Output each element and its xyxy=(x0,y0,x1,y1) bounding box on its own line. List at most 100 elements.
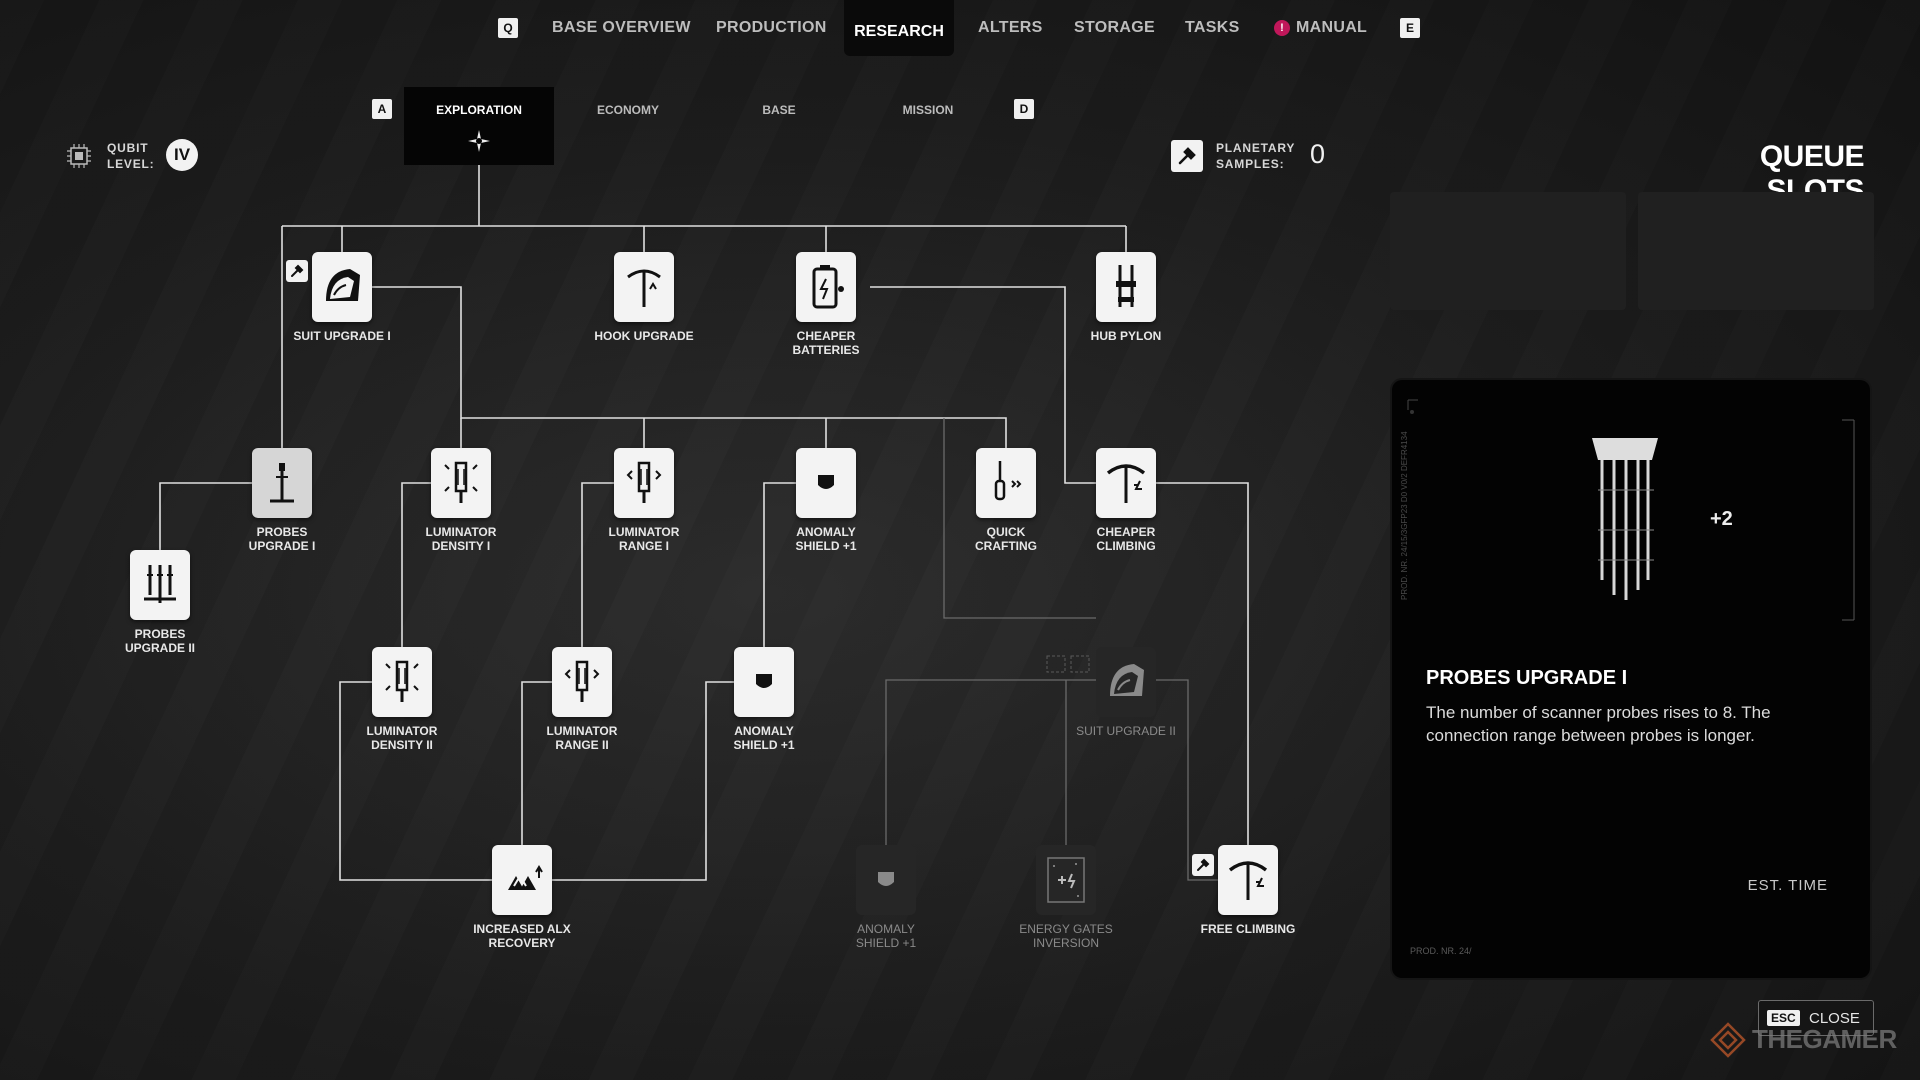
energy-gate-icon xyxy=(1047,857,1085,903)
panel-side-serial: PROD. NR. 24/15/3GFP23 D0 V0/2 DEFR4134 xyxy=(1400,431,1409,600)
node-label-line1: PROBES xyxy=(134,627,186,641)
node-label-line1: ENERGY GATES xyxy=(1019,922,1113,936)
node-label-line2: CLIMBING xyxy=(1096,539,1156,553)
node-label-line2: UPGRADE I xyxy=(248,539,316,553)
pylon-icon xyxy=(1116,265,1136,307)
node-label-line2: DENSITY I xyxy=(431,539,491,553)
sample-required-icon xyxy=(286,260,308,282)
research-node-label: ANOMALY SHIELD +1 xyxy=(811,922,961,950)
node-label-line1: INCREASED ALX xyxy=(473,922,571,936)
research-node-hubpylon[interactable] xyxy=(1096,252,1156,322)
thegamer-logo-icon xyxy=(1710,1022,1746,1058)
node-label-line1: ANOMALY xyxy=(734,724,794,738)
luminator-density-icon xyxy=(385,660,419,702)
panel-prod-number: PROD. NR. 24/ xyxy=(1410,946,1472,956)
tree-connectors xyxy=(159,165,1249,881)
node-label-line1: CHEAPER xyxy=(796,329,856,343)
research-node-lumdens1[interactable] xyxy=(431,448,491,518)
sample-required-icon xyxy=(1192,854,1214,876)
screwdriver-icon xyxy=(994,461,1022,501)
node-label-line1: SUIT UPGRADE II xyxy=(1076,724,1176,738)
queue-slot[interactable] xyxy=(1638,192,1874,310)
est-time-label: EST. TIME xyxy=(1747,877,1828,894)
shield-icon xyxy=(878,872,894,886)
research-node-gates[interactable] xyxy=(1036,845,1096,915)
luminator-range-icon xyxy=(626,461,662,503)
research-node-lumrange1[interactable] xyxy=(614,448,674,518)
research-node-label: CHEAPER CLIMBING xyxy=(1051,525,1201,553)
luminator-range-icon xyxy=(564,660,600,702)
alx-icon xyxy=(508,865,543,890)
probe-icon xyxy=(270,463,294,503)
research-node-quickcraft[interactable] xyxy=(976,448,1036,518)
node-label-line1: PROBES xyxy=(256,525,308,539)
node-label-line1: FREE CLIMBING xyxy=(1200,922,1296,936)
research-node-label: LUMINATOR RANGE I xyxy=(569,525,719,553)
research-node-hook[interactable] xyxy=(614,252,674,322)
node-label-line2: INVERSION xyxy=(1032,936,1099,950)
detail-title: PROBES UPGRADE I xyxy=(1426,667,1628,689)
research-node-label: CHEAPER BATTERIES xyxy=(751,329,901,357)
research-node-lumdens2[interactable] xyxy=(372,647,432,717)
upgrade-bonus-badge: +2 xyxy=(1710,508,1733,530)
research-node-label: ENERGY GATES INVERSION xyxy=(991,922,1141,950)
research-node-label: ANOMALY SHIELD +1 xyxy=(751,525,901,553)
research-node-probes1[interactable] xyxy=(252,448,312,518)
node-label-line1: LUMINATOR xyxy=(608,525,680,539)
research-node-label: INCREASED ALX RECOVERY xyxy=(447,922,597,950)
nav-next-key[interactable]: E xyxy=(1400,18,1420,38)
node-label-line1: LUMINATOR xyxy=(366,724,438,738)
probes-icon xyxy=(144,565,176,603)
research-node-freeclimb[interactable] xyxy=(1218,845,1278,915)
research-detail-panel: PROD. NR. 24/15/3GFP23 D0 V0/2 DEFR4134 … xyxy=(1392,380,1870,978)
node-label-line2: RANGE I xyxy=(618,539,669,553)
node-label-line2: SHIELD +1 xyxy=(795,539,857,553)
node-label-line2: RANGE II xyxy=(555,738,609,752)
research-node-anomaly3[interactable] xyxy=(856,845,916,915)
research-node-anomaly1[interactable] xyxy=(796,448,856,518)
research-node-label: PROBES UPGRADE II xyxy=(85,627,235,655)
node-label-line1: SUIT UPGRADE I xyxy=(293,329,391,343)
research-node-alx[interactable] xyxy=(492,845,552,915)
node-label-line2: RECOVERY xyxy=(488,936,556,950)
research-node-climbing[interactable] xyxy=(1096,448,1156,518)
shield-icon xyxy=(818,475,834,489)
research-node-label: HOOK UPGRADE xyxy=(569,329,719,343)
battery-icon xyxy=(812,265,844,309)
node-label-line2: SHIELD +1 xyxy=(733,738,795,752)
grappling-hook-icon xyxy=(627,269,661,307)
watermark: THEGAMER xyxy=(1752,1024,1897,1054)
node-label-line1: HUB PYLON xyxy=(1090,329,1162,343)
detail-description: The number of scanner probes rises to 8.… xyxy=(1426,703,1771,745)
shield-icon xyxy=(756,674,772,688)
research-node-label: LUMINATOR DENSITY I xyxy=(386,525,536,553)
research-node-anomaly2[interactable] xyxy=(734,647,794,717)
research-node-label: FREE CLIMBING xyxy=(1173,922,1323,936)
luminator-density-icon xyxy=(444,461,478,503)
node-label-line2: DENSITY II xyxy=(371,738,433,752)
node-label-line1: CHEAPER xyxy=(1096,525,1156,539)
node-label-line1: LUMINATOR xyxy=(425,525,497,539)
probe-cluster-icon xyxy=(1592,438,1658,600)
node-label-line2: SHIELD +1 xyxy=(855,936,917,950)
node-label-line1: ANOMALY xyxy=(796,525,856,539)
research-node-label: LUMINATOR RANGE II xyxy=(507,724,657,752)
empty-slot-indicator-icon xyxy=(1046,655,1090,673)
research-node-label: HUB PYLON xyxy=(1051,329,1201,343)
research-node-label: LUMINATOR DENSITY II xyxy=(327,724,477,752)
research-node-label: PROBES UPGRADE I xyxy=(207,525,357,553)
research-node-probes2[interactable] xyxy=(130,550,190,620)
node-label-line2: UPGRADE II xyxy=(124,641,195,655)
research-node-label: SUIT UPGRADE II xyxy=(1051,724,1201,738)
node-label-line2: BATTERIES xyxy=(792,343,860,357)
suit-helmet-icon xyxy=(326,269,360,301)
research-node-suit1[interactable] xyxy=(312,252,372,322)
research-node-suit2[interactable] xyxy=(1096,647,1156,717)
pickaxe-icon xyxy=(1106,464,1146,503)
suit-helmet-icon xyxy=(1110,664,1144,696)
node-label-line1: ANOMALY xyxy=(857,922,915,936)
research-node-batteries[interactable] xyxy=(796,252,856,322)
queue-slot[interactable] xyxy=(1390,192,1626,310)
research-node-lumrange2[interactable] xyxy=(552,647,612,717)
node-label-line1: LUMINATOR xyxy=(546,724,618,738)
